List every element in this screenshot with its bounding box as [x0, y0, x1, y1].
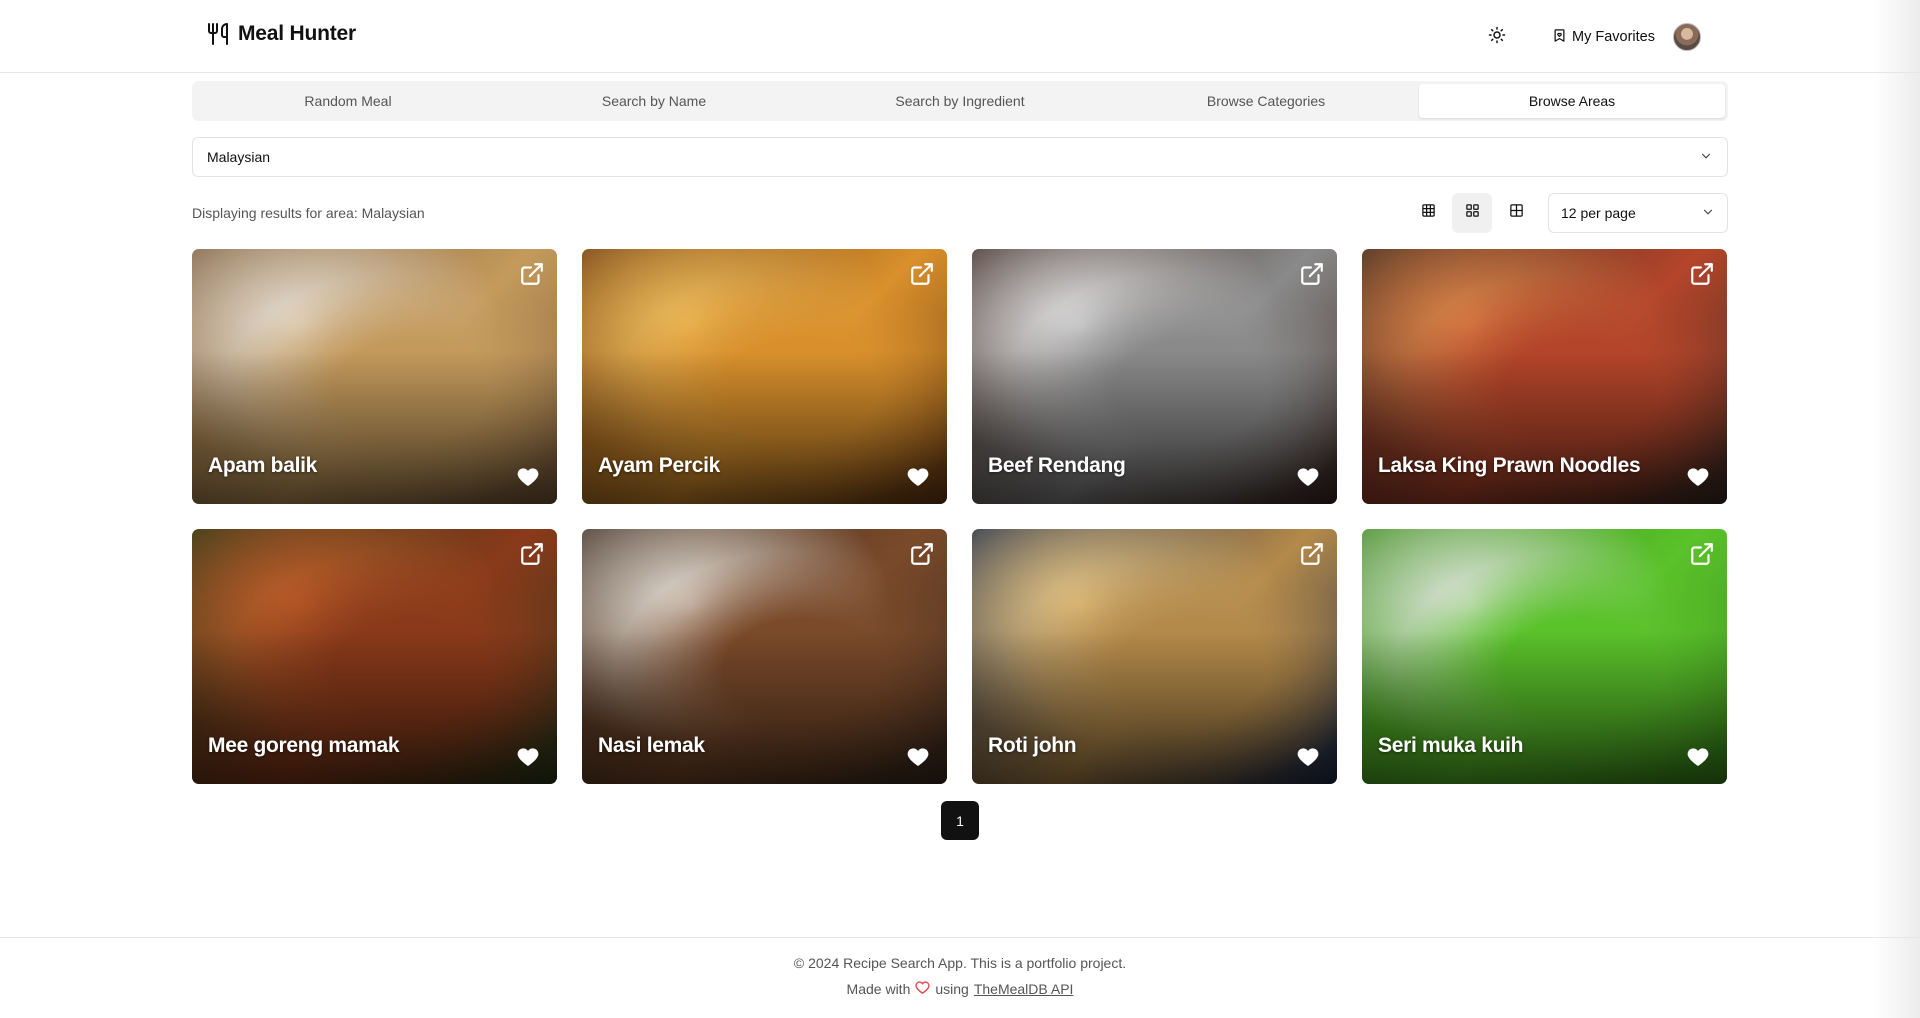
tab-random-meal[interactable]: Random Meal: [195, 84, 501, 118]
pagination-page-button[interactable]: 1: [941, 801, 979, 840]
external-link-icon[interactable]: [517, 259, 547, 289]
theme-toggle-button[interactable]: [1480, 20, 1514, 54]
favorite-heart-icon[interactable]: [905, 744, 931, 770]
tab-search-by-name[interactable]: Search by Name: [501, 84, 807, 118]
bookmark-heart-icon: [1552, 28, 1567, 47]
external-link-icon[interactable]: [1297, 539, 1327, 569]
meal-title: Apam balik: [208, 454, 318, 477]
footer-copyright: © 2024 Recipe Search App. This is a port…: [793, 955, 1127, 971]
meal-card[interactable]: Ayam Percik: [582, 249, 947, 504]
top-header: Meal Hunter My Favorites: [0, 0, 1920, 73]
results-toolbar: Displaying results for area: Malaysian 1…: [192, 193, 1728, 233]
favorite-heart-icon[interactable]: [1685, 744, 1711, 770]
favorite-heart-icon[interactable]: [515, 464, 541, 490]
meal-card[interactable]: Roti john: [972, 529, 1337, 784]
grid-medium-icon: [1465, 203, 1480, 223]
footer: © 2024 Recipe Search App. This is a port…: [0, 937, 1920, 1018]
external-link-icon[interactable]: [1297, 259, 1327, 289]
sun-icon: [1488, 26, 1506, 49]
meal-card[interactable]: Nasi lemak: [582, 529, 947, 784]
brand-title: Meal Hunter: [238, 22, 356, 45]
external-link-icon[interactable]: [907, 539, 937, 569]
tab-search-by-ingredient[interactable]: Search by Ingredient: [807, 84, 1113, 118]
meal-title: Beef Rendang: [988, 454, 1126, 477]
meal-title: Roti john: [988, 734, 1077, 757]
per-page-value: 12 per page: [1561, 205, 1636, 221]
results-summary: Displaying results for area: Malaysian: [192, 205, 425, 221]
view-small-grid-button[interactable]: [1408, 193, 1448, 233]
footer-using: using: [935, 981, 969, 997]
view-large-grid-button[interactable]: [1496, 193, 1536, 233]
meal-card[interactable]: Mee goreng mamak: [192, 529, 557, 784]
external-link-icon[interactable]: [517, 539, 547, 569]
favorite-heart-icon[interactable]: [1295, 464, 1321, 490]
external-link-icon[interactable]: [907, 259, 937, 289]
area-select[interactable]: Malaysian: [192, 137, 1728, 177]
my-favorites-label: My Favorites: [1572, 29, 1655, 45]
favorite-heart-icon[interactable]: [515, 744, 541, 770]
grid-small-icon: [1421, 203, 1436, 223]
view-controls: 12 per page: [1404, 193, 1728, 233]
chevron-down-icon: [1701, 205, 1715, 222]
user-avatar[interactable]: [1673, 23, 1701, 51]
themealdb-api-link[interactable]: TheMealDB API: [974, 981, 1074, 997]
per-page-select[interactable]: 12 per page: [1548, 193, 1728, 233]
external-link-icon[interactable]: [1687, 259, 1717, 289]
meal-title: Laksa King Prawn Noodles: [1378, 454, 1641, 477]
view-medium-grid-button[interactable]: [1452, 193, 1492, 233]
external-link-icon[interactable]: [1687, 539, 1717, 569]
my-favorites-link[interactable]: My Favorites: [1552, 28, 1655, 47]
grid-large-icon: [1509, 203, 1524, 223]
meal-grid: Apam balik Ayam Percik Beef Rendang Laks…: [192, 249, 1728, 784]
area-select-value: Malaysian: [207, 149, 271, 165]
footer-made-with: Made with: [846, 981, 911, 997]
meal-title: Nasi lemak: [598, 734, 705, 757]
favorite-heart-icon[interactable]: [905, 464, 931, 490]
meal-card[interactable]: Beef Rendang: [972, 249, 1337, 504]
favorite-heart-icon[interactable]: [1295, 744, 1321, 770]
tab-browse-areas[interactable]: Browse Areas: [1419, 84, 1725, 118]
meal-title: Mee goreng mamak: [208, 734, 400, 757]
meal-card[interactable]: Laksa King Prawn Noodles: [1362, 249, 1727, 504]
tab-browse-categories[interactable]: Browse Categories: [1113, 84, 1419, 118]
chevron-down-icon: [1699, 149, 1713, 166]
heart-icon: [915, 980, 930, 998]
meal-card[interactable]: Apam balik: [192, 249, 557, 504]
meal-title: Ayam Percik: [598, 454, 721, 477]
favorite-heart-icon[interactable]: [1685, 464, 1711, 490]
search-mode-tabs: Random Meal Search by Name Search by Ing…: [192, 81, 1728, 121]
utensils-icon: [206, 22, 230, 46]
meal-title: Seri muka kuih: [1378, 734, 1524, 757]
meal-card[interactable]: Seri muka kuih: [1362, 529, 1727, 784]
header-actions: My Favorites: [1480, 20, 1701, 54]
footer-credits: Made with using TheMealDB API: [0, 980, 1920, 998]
brand[interactable]: Meal Hunter: [206, 22, 356, 46]
